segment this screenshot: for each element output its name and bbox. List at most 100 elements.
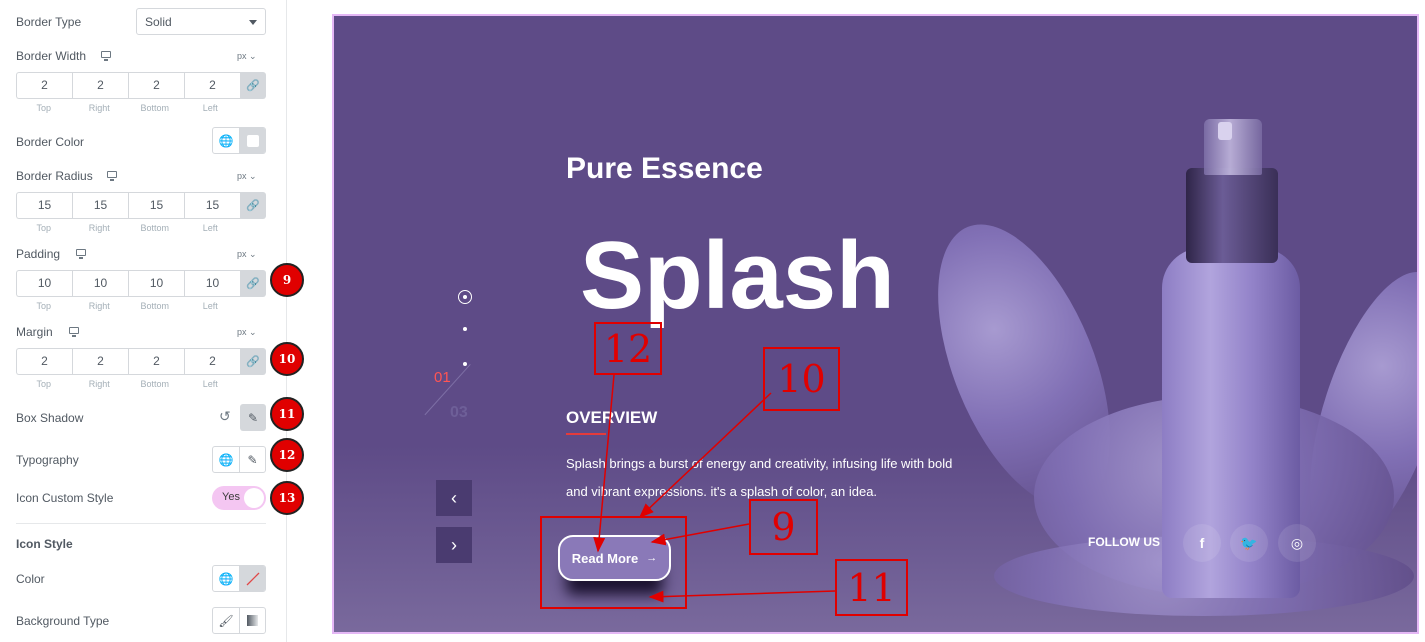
padding-top[interactable]: 10: [16, 270, 72, 297]
border-width-dimensions: 2 2 2 2 🔗: [16, 72, 266, 99]
pagination-dot[interactable]: [463, 362, 467, 366]
border-radius-top[interactable]: 15: [16, 192, 72, 219]
overview-heading: OVERVIEW: [566, 408, 658, 427]
background-type-controls: 🖌: [212, 607, 266, 634]
slide-description: Splash brings a burst of energy and crea…: [566, 456, 953, 499]
side-left: Left: [202, 103, 218, 113]
slide-title: Splash: [580, 222, 895, 329]
annotation-number-11: 11: [847, 565, 896, 610]
side-bottom: Bottom: [140, 223, 169, 233]
padding-sides: Top Right Bottom Left: [16, 301, 238, 311]
toggle-knob: [244, 488, 264, 508]
callout-badge-12: 12: [270, 438, 304, 472]
side-right: Right: [88, 301, 110, 311]
padding-bottom[interactable]: 10: [128, 270, 184, 297]
brush-icon[interactable]: 🖌: [213, 608, 239, 633]
prev-arrow-button[interactable]: ‹: [436, 480, 472, 516]
border-radius-sides: Top Right Bottom Left: [16, 223, 238, 233]
desktop-icon[interactable]: [69, 327, 79, 337]
annotation-number-10: 10: [777, 357, 826, 401]
border-type-value: Solid: [145, 15, 172, 29]
editor-panel: Border Type Solid Border Width px ⌄ 2 2 …: [0, 0, 287, 642]
margin-bottom[interactable]: 2: [128, 348, 184, 375]
link-icon[interactable]: 🔗: [240, 348, 266, 375]
border-width-bottom[interactable]: 2: [128, 72, 184, 99]
side-right: Right: [88, 379, 110, 389]
side-left: Left: [202, 379, 218, 389]
padding-right[interactable]: 10: [72, 270, 128, 297]
border-type-label: Border Type: [16, 15, 82, 29]
no-color-swatch[interactable]: [239, 566, 265, 591]
side-top: Top: [36, 103, 51, 113]
icon-custom-style-label: Icon Custom Style: [16, 491, 114, 505]
slide-total: 03: [450, 404, 468, 421]
border-width-left[interactable]: 2: [184, 72, 240, 99]
annotation-target-box: [540, 516, 687, 609]
typography-controls: 🌐 ✎: [212, 446, 266, 473]
pagination-dot[interactable]: [463, 327, 467, 331]
border-radius-left[interactable]: 15: [184, 192, 240, 219]
link-icon[interactable]: 🔗: [240, 72, 266, 99]
callout-badge-9: 9: [270, 263, 304, 297]
border-type-select[interactable]: Solid: [136, 8, 266, 35]
margin-label: Margin: [16, 325, 53, 339]
color-swatch[interactable]: [239, 128, 265, 153]
margin-left[interactable]: 2: [184, 348, 240, 375]
side-bottom: Bottom: [140, 103, 169, 113]
background-type-label: Background Type: [16, 614, 110, 628]
border-radius-label: Border Radius: [16, 169, 93, 183]
margin-sides: Top Right Bottom Left: [16, 379, 238, 389]
margin-unit[interactable]: px ⌄: [237, 327, 257, 338]
next-arrow-button[interactable]: ›: [436, 527, 472, 563]
pencil-icon[interactable]: ✎: [239, 447, 265, 472]
padding-left[interactable]: 10: [184, 270, 240, 297]
side-right: Right: [88, 223, 110, 233]
overview-underline: [566, 433, 606, 435]
box-shadow-label: Box Shadow: [16, 411, 84, 425]
side-top: Top: [36, 223, 51, 233]
gradient-icon[interactable]: [239, 608, 265, 633]
padding-unit[interactable]: px ⌄: [237, 249, 257, 260]
margin-right[interactable]: 2: [72, 348, 128, 375]
side-left: Left: [202, 223, 218, 233]
facebook-icon[interactable]: f: [1183, 524, 1221, 562]
divider: [16, 523, 266, 524]
margin-dimensions: 2 2 2 2 🔗: [16, 348, 266, 375]
border-width-unit[interactable]: px ⌄: [237, 51, 257, 62]
reset-icon[interactable]: ↺: [219, 408, 231, 425]
border-color-controls: 🌐: [212, 127, 266, 154]
border-color-label: Border Color: [16, 135, 85, 149]
desktop-icon[interactable]: [76, 249, 86, 259]
twitter-icon[interactable]: 🐦: [1230, 524, 1268, 562]
annotation-number-9: 9: [771, 505, 796, 549]
side-bottom: Bottom: [140, 379, 169, 389]
margin-top[interactable]: 2: [16, 348, 72, 375]
callout-badge-13: 13: [270, 481, 304, 515]
desktop-icon[interactable]: [101, 51, 111, 61]
typography-label: Typography: [16, 453, 79, 467]
pagination-dot-active[interactable]: [458, 290, 472, 304]
slide-current: 01: [434, 369, 451, 386]
side-right: Right: [88, 103, 110, 113]
globe-icon[interactable]: 🌐: [213, 447, 239, 472]
padding-dimensions: 10 10 10 10 🔗: [16, 270, 266, 297]
globe-icon[interactable]: 🌐: [213, 128, 239, 153]
border-radius-unit[interactable]: px ⌄: [237, 171, 257, 182]
border-width-right[interactable]: 2: [72, 72, 128, 99]
instagram-icon[interactable]: ◎: [1278, 524, 1316, 562]
pencil-icon[interactable]: ✎: [240, 404, 266, 431]
border-radius-bottom[interactable]: 15: [128, 192, 184, 219]
border-width-sides: Top Right Bottom Left: [16, 103, 238, 113]
chevron-right-icon: ›: [451, 534, 457, 555]
toggle-label: Yes: [222, 491, 240, 503]
chevron-left-icon: ‹: [451, 487, 457, 508]
globe-icon[interactable]: 🌐: [213, 566, 239, 591]
icon-custom-style-toggle[interactable]: Yes: [212, 486, 266, 510]
desktop-icon[interactable]: [107, 171, 117, 181]
border-width-top[interactable]: 2: [16, 72, 72, 99]
callout-badge-11: 11: [270, 397, 304, 431]
slider-preview: Pure Essence Splash 01 03 OVERVIEW Splas…: [332, 14, 1419, 634]
border-radius-right[interactable]: 15: [72, 192, 128, 219]
link-icon[interactable]: 🔗: [240, 192, 266, 219]
link-icon[interactable]: 🔗: [240, 270, 266, 297]
